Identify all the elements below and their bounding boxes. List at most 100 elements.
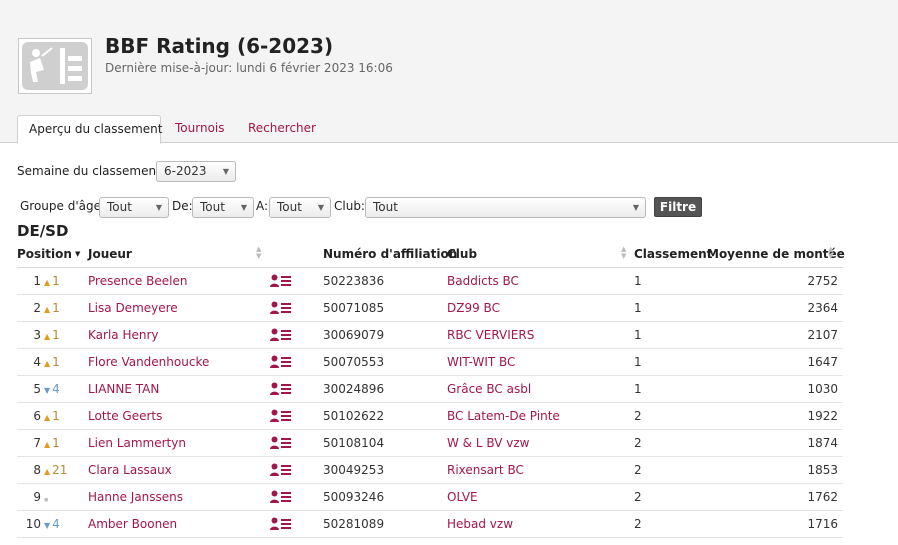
position-change: ▲ 1 <box>44 328 60 342</box>
affiliation-number: 30024896 <box>323 382 385 396</box>
player-profile-icon[interactable] <box>270 490 291 506</box>
player-link[interactable]: Presence Beelen <box>88 274 187 288</box>
category-title: DE/SD <box>17 222 69 240</box>
player-link[interactable]: Lisa Demeyere <box>88 301 178 315</box>
age-group-select[interactable]: Tout ▼ <box>99 197 169 218</box>
player-link[interactable]: Lotte Geerts <box>88 409 162 423</box>
position-value: 7 <box>33 436 41 450</box>
player-profile-icon[interactable] <box>270 274 291 290</box>
week-select[interactable]: 6-2023 ▼ <box>156 161 236 182</box>
club-link[interactable]: Grâce BC asbl <box>447 382 531 396</box>
table-row: 6 ▲ 1 Lotte Geerts 50102622 BC Latem-De P… <box>17 403 843 430</box>
position-change: ▲ 1 <box>44 355 60 369</box>
table-header: Position ▼ Joueur ▲ ▼ Numéro d'affiliation… <box>17 243 845 268</box>
club-select-value: Tout <box>373 200 398 214</box>
player-profile-icon[interactable] <box>270 409 291 425</box>
player-link[interactable]: LIANNE TAN <box>88 382 159 396</box>
column-rank[interactable]: Classement <box>634 247 712 261</box>
tab-search[interactable]: Rechercher <box>237 115 327 144</box>
player-profile-icon[interactable] <box>270 355 291 371</box>
player-profile-icon[interactable] <box>270 517 291 533</box>
sort-desc-icon: ▼ <box>74 250 81 258</box>
column-position[interactable]: Position ▼ <box>17 247 80 261</box>
player-link[interactable]: Lien Lammertyn <box>88 436 186 450</box>
arrow-up-icon: ▲ <box>44 440 51 449</box>
ranking-table: Position ▼ Joueur ▲ ▼ Numéro d'affiliation… <box>17 243 845 538</box>
chevron-down-icon: ▼ <box>632 203 639 212</box>
rank-value: 2 <box>634 436 642 450</box>
rank-value: 1 <box>634 382 642 396</box>
arrow-down-icon: ▼ <box>44 386 51 395</box>
position-value: 9 <box>33 490 41 504</box>
filter-button[interactable]: Filtre <box>654 197 702 217</box>
position-change: ▲ 1 <box>44 436 60 450</box>
chevron-down-icon: ▼ <box>240 203 247 212</box>
player-link[interactable]: Amber Boonen <box>88 517 177 531</box>
position-value: 3 <box>33 328 41 342</box>
table-row: 5 ▼ 4 LIANNE TAN 30024896 Grâce BC asbl 1… <box>17 376 843 403</box>
club-link[interactable]: Baddicts BC <box>447 274 519 288</box>
position-change: ▼ 4 <box>44 517 60 531</box>
sort-icon: ▲ ▼ <box>256 245 262 260</box>
to-select[interactable]: Tout ▼ <box>269 197 331 218</box>
club-label: Club: <box>334 199 365 213</box>
position-value: 2 <box>33 301 41 315</box>
club-link[interactable]: OLVE <box>447 490 478 504</box>
club-link[interactable]: WIT-WIT BC <box>447 355 515 369</box>
player-profile-icon[interactable] <box>270 463 291 479</box>
club-link[interactable]: DZ99 BC <box>447 301 500 315</box>
position-value: 5 <box>33 382 41 396</box>
rank-value: 1 <box>634 301 642 315</box>
affiliation-number: 50108104 <box>323 436 385 450</box>
table-body: 1 ▲ 1 Presence Beelen 50223836 Baddicts B… <box>17 268 843 538</box>
column-player[interactable]: Joueur <box>88 247 132 261</box>
club-link[interactable]: BC Latem-De Pinte <box>447 409 560 423</box>
sort-icon: ▲ ▼ <box>828 245 834 260</box>
last-update-text: Dernière mise-à-jour: lundi 6 février 20… <box>105 61 393 75</box>
average-value: 2364 <box>807 301 838 315</box>
position-change-value: 21 <box>52 463 68 477</box>
player-profile-icon[interactable] <box>270 328 291 344</box>
affiliation-number: 50070553 <box>323 355 385 369</box>
position-change-value: 1 <box>52 301 60 315</box>
tab-tournaments[interactable]: Tournois <box>164 115 236 144</box>
position-change-value: 1 <box>52 274 60 288</box>
player-link[interactable]: Flore Vandenhoucke <box>88 355 209 369</box>
table-row: 7 ▲ 1 Lien Lammertyn 50108104 W & L BV vz… <box>17 430 843 457</box>
club-link[interactable]: W & L BV vzw <box>447 436 529 450</box>
club-link[interactable]: Rixensart BC <box>447 463 524 477</box>
average-value: 1874 <box>807 436 838 450</box>
affiliation-number: 50102622 <box>323 409 385 423</box>
average-value: 1762 <box>807 490 838 504</box>
arrow-up-icon: ▲ <box>44 359 51 368</box>
from-select[interactable]: Tout ▼ <box>192 197 254 218</box>
player-link[interactable]: Clara Lassaux <box>88 463 172 477</box>
player-profile-icon[interactable] <box>270 436 291 452</box>
position-change-value: 1 <box>52 355 60 369</box>
from-select-value: Tout <box>200 200 225 214</box>
player-link[interactable]: Karla Henry <box>88 328 159 342</box>
player-profile-icon[interactable] <box>270 382 291 398</box>
column-club[interactable]: Club <box>447 247 477 261</box>
position-value: 10 <box>25 517 41 531</box>
player-profile-icon[interactable] <box>270 301 291 317</box>
tab-ranking-overview[interactable]: Aperçu du classement <box>17 115 163 144</box>
player-link[interactable]: Hanne Janssens <box>88 490 183 504</box>
column-affiliation[interactable]: Numéro d'affiliation <box>323 247 457 261</box>
average-value: 1922 <box>807 409 838 423</box>
arrow-up-icon: ▲ <box>44 332 51 341</box>
club-link[interactable]: Hebad vzw <box>447 517 513 531</box>
to-label: A: <box>256 199 269 213</box>
chevron-down-icon: ▼ <box>155 203 162 212</box>
sort-icon: ▲ ▼ <box>621 245 627 260</box>
position-value: 6 <box>33 409 41 423</box>
arrow-up-icon: ▲ <box>44 413 51 422</box>
rank-value: 1 <box>634 355 642 369</box>
position-value: 4 <box>33 355 41 369</box>
column-average[interactable]: Moyenne de montée <box>707 247 845 261</box>
club-link[interactable]: RBC VERVIERS <box>447 328 534 342</box>
no-change-icon: ● <box>44 497 49 503</box>
arrow-down-icon: ▼ <box>44 521 51 530</box>
bbf-logo-icon <box>22 42 88 90</box>
club-select[interactable]: Tout ▼ <box>365 197 646 218</box>
